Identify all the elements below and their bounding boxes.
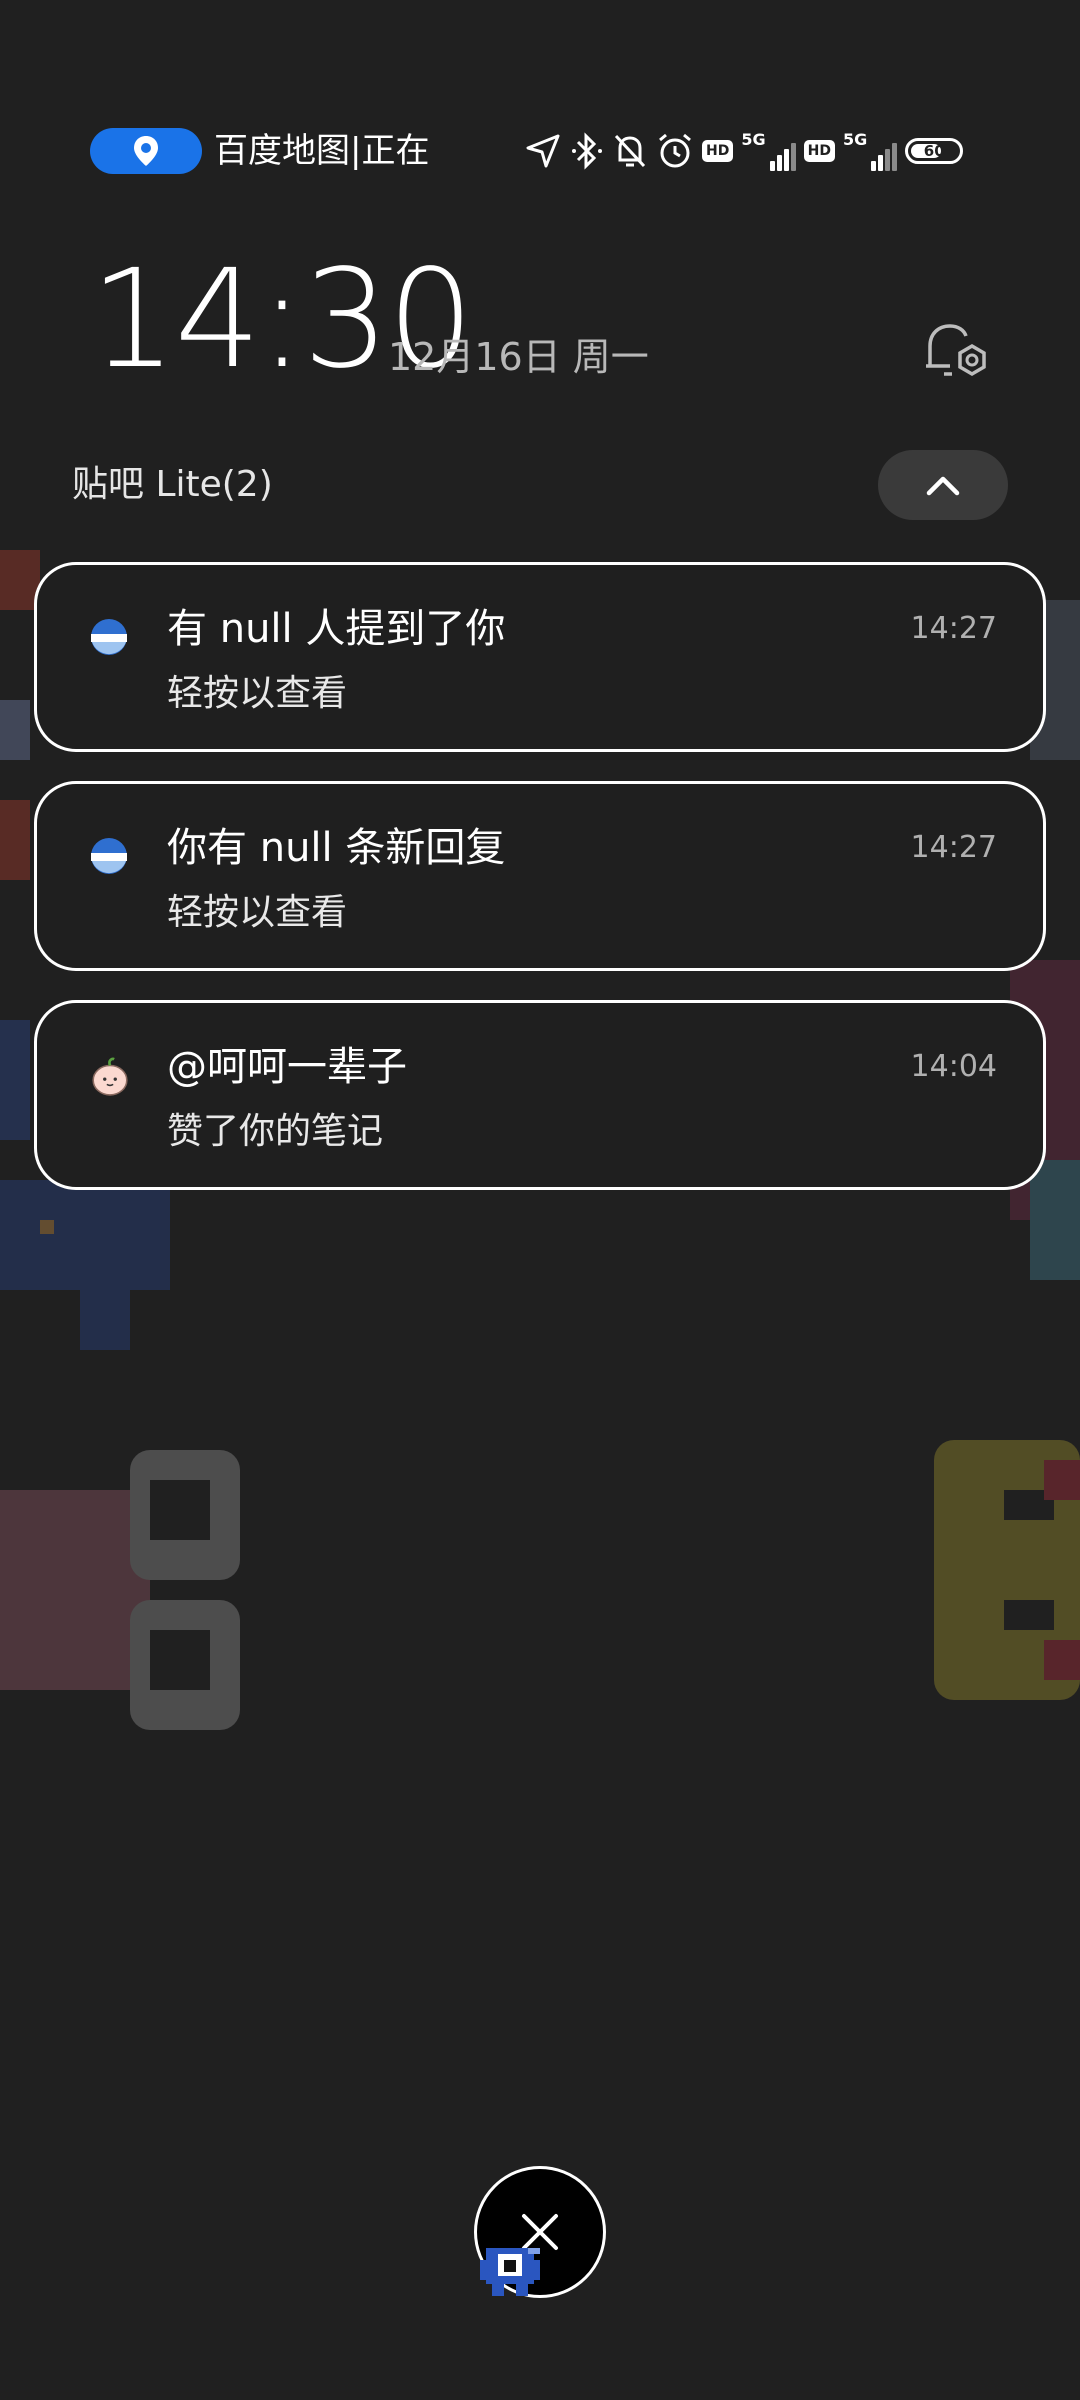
notification-time: 14:27 — [910, 830, 997, 865]
hd-icon: HD — [803, 128, 835, 174]
lockscreen-date: 12月16日 周一 — [388, 335, 649, 379]
peach-avatar-icon — [92, 1057, 128, 1096]
notification-settings-button[interactable] — [920, 316, 992, 388]
battery-level: 60 — [923, 142, 945, 160]
bluetooth-icon — [570, 128, 604, 174]
tieba-lite-icon — [91, 838, 127, 874]
wallpaper-pixel-art-robot — [0, 1450, 240, 1730]
notification-card[interactable]: @呵呵一辈子 赞了你的笔记 14:04 — [34, 1000, 1046, 1190]
notification-card[interactable]: 有 null 人提到了你 轻按以查看 14:27 — [34, 562, 1046, 752]
battery-icon: 60 — [905, 128, 964, 174]
wallpaper-pixel-art-yellow — [934, 1440, 1080, 1700]
notification-card[interactable]: 你有 null 条新回复 轻按以查看 14:27 — [34, 781, 1046, 971]
lock-screen: 百度地图|正在 HD 5G HD 5G 60 14:30 12月16日 周一 贴… — [0, 0, 1080, 2400]
alarm-icon — [656, 128, 694, 174]
pixel-mascot-icon — [480, 2248, 540, 2296]
notification-body: 轻按以查看 — [167, 892, 348, 933]
notification-body: 赞了你的笔记 — [167, 1111, 384, 1152]
chevron-up-icon — [926, 476, 960, 496]
navigation-arrow-icon — [524, 128, 562, 174]
notification-group-title: 贴吧 Lite(2) — [72, 464, 273, 505]
tieba-lite-icon — [91, 619, 127, 655]
collapse-group-button[interactable] — [878, 450, 1008, 520]
location-status-text: 百度地图|正在 — [214, 131, 430, 171]
hd-icon: HD — [702, 128, 734, 174]
notification-body: 轻按以查看 — [167, 673, 348, 714]
notification-title: 有 null 人提到了你 — [167, 606, 506, 652]
location-pin-icon — [134, 136, 158, 166]
notification-settings-icon — [926, 324, 986, 377]
wallpaper-pixel-art-bluecat — [0, 1180, 170, 1350]
status-bar: 百度地图|正在 HD 5G HD 5G 60 — [0, 120, 1080, 180]
signal-5g-icon: 5G — [843, 131, 898, 171]
notification-title: @呵呵一辈子 — [167, 1044, 407, 1090]
location-pill[interactable] — [90, 128, 202, 174]
notification-time: 14:04 — [910, 1049, 997, 1084]
bell-muted-icon — [612, 128, 648, 174]
notification-title: 你有 null 条新回复 — [167, 825, 506, 871]
status-icons: HD 5G HD 5G 60 — [524, 128, 964, 174]
signal-5g-icon: 5G — [741, 131, 796, 171]
notification-time: 14:27 — [910, 611, 997, 646]
